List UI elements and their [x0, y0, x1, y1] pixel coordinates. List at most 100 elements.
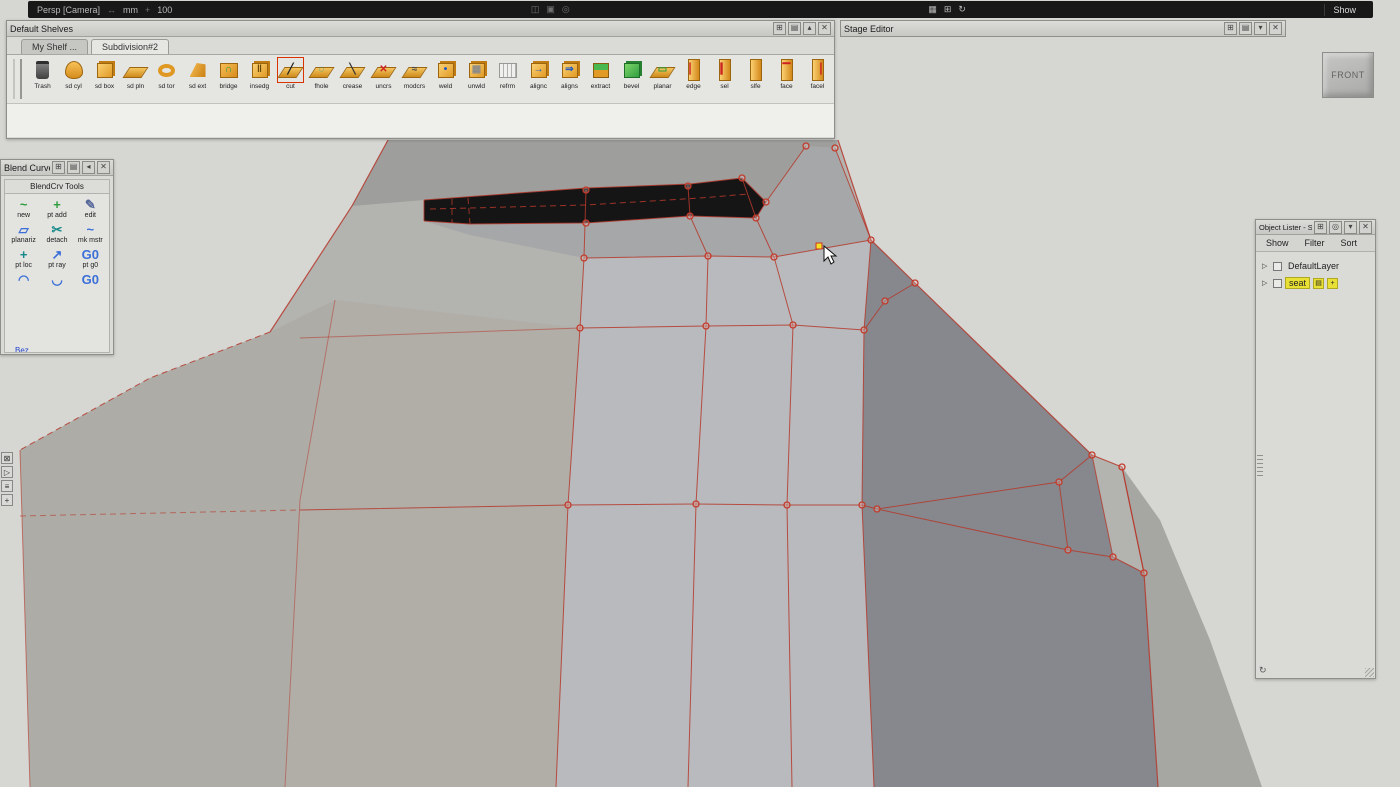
- snap-icon[interactable]: +: [145, 5, 150, 15]
- mesh-vertex[interactable]: [912, 280, 918, 286]
- shelf-tool-alignc[interactable]: →alignc: [523, 58, 554, 90]
- blendcrv-tool-pt-add[interactable]: +pt add: [40, 197, 73, 219]
- mesh-vertex[interactable]: [1119, 464, 1125, 470]
- shelf-tool-sd-ext[interactable]: sd ext: [182, 58, 213, 90]
- panel-splitter[interactable]: [1257, 452, 1263, 476]
- menu-icon[interactable]: ▤: [67, 161, 80, 174]
- shelf-tool-slfe[interactable]: slfe: [740, 58, 771, 90]
- shelf-tool-sd-cyl[interactable]: sd cyl: [58, 58, 89, 90]
- blendcrv-tool-planariz[interactable]: ▱planariz: [7, 222, 40, 244]
- units-label[interactable]: mm: [123, 5, 138, 15]
- toolbar-grip[interactable]: [13, 59, 22, 99]
- mesh-vertex[interactable]: [771, 254, 777, 260]
- close-icon[interactable]: ✕: [818, 22, 831, 35]
- shelf-tool-modcrs[interactable]: ≈modcrs: [399, 58, 430, 90]
- mesh-vertex[interactable]: [803, 143, 809, 149]
- frame-selected-icon[interactable]: ▣: [546, 4, 555, 15]
- mesh-vertex[interactable]: [705, 253, 711, 259]
- show-button[interactable]: Show: [1324, 4, 1364, 16]
- refresh-icon[interactable]: ↻: [1259, 665, 1267, 676]
- mesh-vertex[interactable]: [790, 322, 796, 328]
- close-view-icon[interactable]: ⊠: [1, 452, 13, 464]
- shelf-tool-edge[interactable]: ▏edge: [678, 58, 709, 90]
- mesh-vertex[interactable]: [868, 237, 874, 243]
- shelf-tool-uncrs[interactable]: ✕uncrs: [368, 58, 399, 90]
- shelves-titlebar[interactable]: Default Shelves ⊞ ▤ ▴ ✕: [7, 21, 834, 37]
- shelf-tool-facel[interactable]: ▕facel: [802, 58, 833, 90]
- blendcrv-tool-extra[interactable]: ◡: [40, 272, 73, 287]
- mesh-vertex[interactable]: [583, 187, 589, 193]
- blendcrv-tool-detach[interactable]: ✂detach: [40, 222, 73, 244]
- layer-row-seat[interactable]: ▷ seat▤+: [1258, 276, 1373, 290]
- blendcrv-tool-extra[interactable]: G0: [74, 272, 107, 287]
- camera-title[interactable]: Persp [Camera]: [37, 5, 100, 15]
- mesh-vertex[interactable]: [1065, 547, 1071, 553]
- bez-link[interactable]: Bez: [15, 346, 29, 353]
- shelf-tool-bridge[interactable]: ∩bridge: [213, 58, 244, 90]
- mesh-face-center-panel[interactable]: [556, 240, 874, 787]
- mesh-vertex[interactable]: [1141, 570, 1147, 576]
- shelf-tool-sel[interactable]: ▎sel: [709, 58, 740, 90]
- menu-sort[interactable]: Sort: [1341, 238, 1358, 248]
- mesh-vertex[interactable]: [832, 145, 838, 151]
- tab-subdivision[interactable]: Subdivision#2: [91, 39, 169, 54]
- shelf-tool-sd-tor[interactable]: sd tor: [151, 58, 182, 90]
- list-icon[interactable]: ≡: [1, 480, 13, 492]
- mesh-vertex[interactable]: [577, 325, 583, 331]
- mesh-vertex[interactable]: [882, 298, 888, 304]
- mesh-vertex[interactable]: [861, 327, 867, 333]
- add-icon[interactable]: +: [1, 494, 13, 506]
- snap-value[interactable]: 100: [157, 5, 172, 15]
- mesh-vertex[interactable]: [703, 323, 709, 329]
- shelf-tool-fhole[interactable]: ◌fhole: [306, 58, 337, 90]
- mesh-vertex[interactable]: [739, 175, 745, 181]
- dock-icon[interactable]: ⊞: [1314, 221, 1327, 234]
- pan-icon[interactable]: ↔: [107, 5, 116, 15]
- shelf-tool-refrm[interactable]: refrm: [492, 58, 523, 90]
- collapse-icon[interactable]: ▾: [1344, 221, 1357, 234]
- blendcrv-tool-pt-ray[interactable]: ↗pt ray: [40, 247, 73, 269]
- frame-all-icon[interactable]: ◫: [531, 4, 540, 15]
- blendcrv-tool-extra[interactable]: ◠: [7, 272, 40, 287]
- menu-icon[interactable]: ▤: [788, 22, 801, 35]
- blend-curve-titlebar[interactable]: Blend Curve ⊞ ▤ ◂ ✕: [1, 160, 113, 176]
- shelf-tool-weld[interactable]: •weld: [430, 58, 461, 90]
- expand-arrow-icon[interactable]: ▷: [1262, 262, 1270, 270]
- mesh-vertex[interactable]: [687, 213, 693, 219]
- shelf-tool-planar[interactable]: ▭planar: [647, 58, 678, 90]
- close-icon[interactable]: ✕: [1269, 22, 1282, 35]
- blendcrv-tool-edit[interactable]: ✎edit: [74, 197, 107, 219]
- refresh-icon[interactable]: ↻: [958, 4, 966, 15]
- blendcrv-tool-mk-mstr[interactable]: ~mk mstr: [74, 222, 107, 244]
- expand-arrow-icon[interactable]: ▷: [1262, 279, 1270, 287]
- shelf-tool-cut[interactable]: ╱cut: [275, 58, 306, 90]
- mesh-vertex[interactable]: [763, 199, 769, 205]
- blendcrv-tool-new[interactable]: ~new: [7, 197, 40, 219]
- shelf-tool-aligns[interactable]: ⇒aligns: [554, 58, 585, 90]
- mesh-vertex[interactable]: [581, 255, 587, 261]
- play-icon[interactable]: ▷: [1, 466, 13, 478]
- mesh-vertex[interactable]: [1089, 452, 1095, 458]
- mesh-vertex[interactable]: [1110, 554, 1116, 560]
- search-icon[interactable]: ◎: [1329, 221, 1342, 234]
- dock-icon[interactable]: ⊞: [773, 22, 786, 35]
- layer-checkbox[interactable]: [1273, 262, 1282, 271]
- layer-name[interactable]: seat: [1285, 277, 1310, 289]
- resize-grip[interactable]: [1365, 668, 1374, 677]
- mesh-vertex[interactable]: [685, 183, 691, 189]
- mesh-face-left-far-panel[interactable]: [20, 300, 335, 787]
- shelf-tool-Trash[interactable]: Trash: [27, 58, 58, 90]
- layer-action-button[interactable]: ▤: [1313, 278, 1324, 289]
- mesh-face-left-mid-panel[interactable]: [285, 300, 580, 787]
- layer-action-button[interactable]: +: [1327, 278, 1338, 289]
- grid-toggle-icon[interactable]: ▦: [928, 4, 937, 15]
- object-lister-titlebar[interactable]: Object Lister - S ⊞ ◎ ▾ ✕: [1256, 220, 1375, 235]
- collapse-icon[interactable]: ◂: [82, 161, 95, 174]
- shelf-tool-sd-box[interactable]: sd box: [89, 58, 120, 90]
- zoom-icon[interactable]: ◎: [562, 4, 570, 15]
- shelf-tool-sd-pln[interactable]: sd pln: [120, 58, 151, 90]
- layer-row-DefaultLayer[interactable]: ▷DefaultLayer: [1258, 259, 1373, 273]
- menu-filter[interactable]: Filter: [1305, 238, 1325, 248]
- layout-icon[interactable]: ⊞: [944, 4, 952, 15]
- collapse-icon[interactable]: ▴: [803, 22, 816, 35]
